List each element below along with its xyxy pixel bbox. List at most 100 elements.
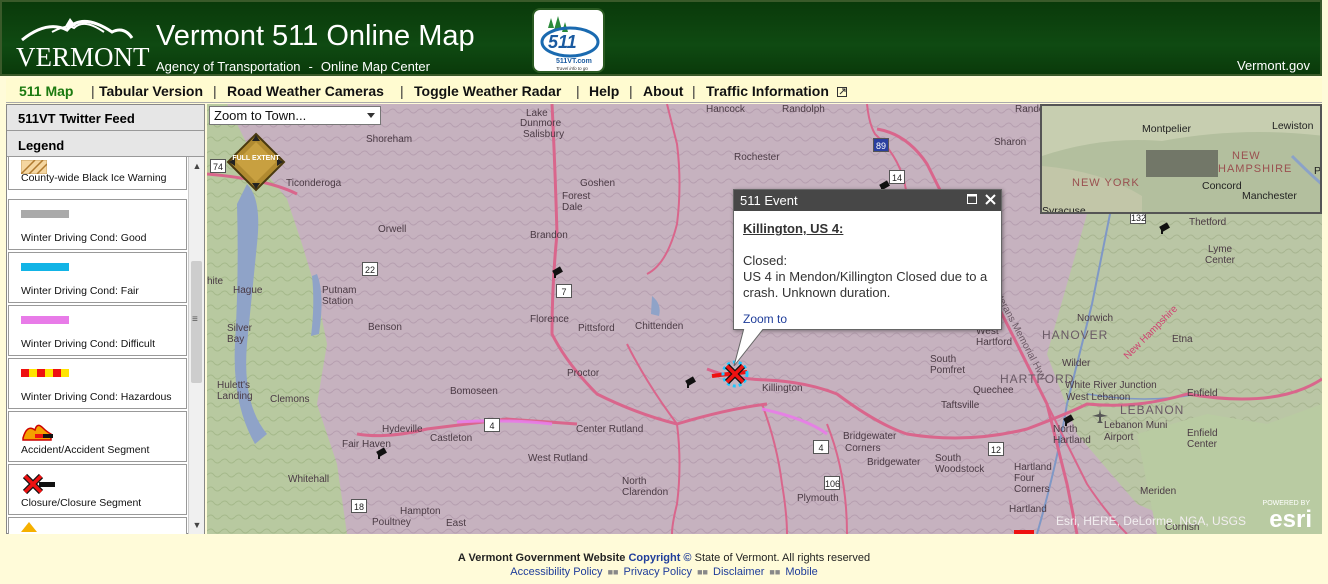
place-label: West Lebanon <box>1066 392 1131 403</box>
place-label: Center <box>1205 255 1236 266</box>
city-label: HANOVER <box>1042 328 1109 342</box>
place-label: Station <box>322 296 354 307</box>
full-extent-label: FULL EXTENT <box>232 155 280 162</box>
twitter-feed-header[interactable]: 511VT Twitter Feed <box>7 105 204 131</box>
nav-toggle-weather-radar[interactable]: Toggle Weather Radar <box>414 83 561 99</box>
link-separator-icon: ■■ <box>697 567 708 577</box>
site-footer: A Vermont Government Website Copyright ©… <box>6 540 1322 584</box>
legend-label: Winter Driving Cond: Fair <box>21 285 139 297</box>
fair-swatch-icon <box>21 263 69 271</box>
full-extent-button[interactable]: FULL EXTENT <box>226 132 286 192</box>
place-label: Proctor <box>567 368 600 379</box>
esri-logo[interactable]: POWERED BY esri <box>1254 500 1312 533</box>
place-label: Wilder <box>1062 358 1091 369</box>
place-label: Lyme <box>1208 244 1233 255</box>
zoom-select-value: Zoom to Town... <box>214 108 307 123</box>
page-title: Vermont 511 Online Map <box>156 20 475 52</box>
route-shield: 22 <box>362 262 378 276</box>
map-view[interactable]: Zoom to Town... FULL EXTENT Hancock Rando… <box>207 104 1322 534</box>
footer-link-accessibility[interactable]: Accessibility Policy <box>510 566 602 578</box>
scroll-up-icon[interactable]: ▲ <box>189 159 204 173</box>
logo-511vt[interactable]: 511 511VT.com Travel info to go <box>532 8 605 73</box>
camera-icon[interactable] <box>1062 414 1076 426</box>
nav-511-map[interactable]: 511 Map <box>19 83 73 99</box>
place-label: Four <box>1014 473 1035 484</box>
link-separator-icon: ■■ <box>769 567 781 577</box>
nav-help[interactable]: Help <box>589 83 619 99</box>
footer-prefix: A Vermont Government Website <box>457 552 626 564</box>
511-logo-icon: 511 511VT.com Travel info to go <box>540 16 600 71</box>
nav-traffic-information[interactable]: Traffic Information <box>706 83 829 99</box>
nav-road-weather-cameras[interactable]: Road Weather Cameras <box>227 83 384 99</box>
place-label: Castleton <box>430 433 473 444</box>
place-label: Brandon <box>530 230 568 241</box>
place-label: Clarendon <box>622 487 669 498</box>
popup-zoom-to-link[interactable]: Zoom to <box>743 312 787 326</box>
place-label: Thetford <box>1189 217 1227 228</box>
esri-wordmark: esri <box>1269 506 1312 533</box>
overview-map[interactable]: Montpelier Lewiston ConcordManchester Port S… <box>1040 104 1322 214</box>
popup-title-bar[interactable]: 511 Event <box>734 190 1001 211</box>
place-label: Hancock <box>706 104 745 115</box>
overview-place-label: Concord <box>1202 180 1242 192</box>
place-label: Quechee <box>973 385 1014 396</box>
airport-icon <box>1092 409 1108 423</box>
overview-extent-box[interactable] <box>1146 150 1218 177</box>
legend-item-good: Winter Driving Cond: Good <box>8 199 187 250</box>
camera-icon[interactable] <box>375 447 389 459</box>
link-separator-icon: ■■ <box>607 567 619 577</box>
place-label: Ticonderoga <box>286 178 342 189</box>
place-label: Lebanon Muni <box>1104 420 1168 431</box>
place-label: Meriden <box>1140 486 1177 497</box>
app-window: VERMONT Vermont 511 Online Map Agency of… <box>0 0 1328 584</box>
place-label: Etna <box>1172 334 1193 345</box>
copyright-link[interactable]: Copyright © <box>628 552 691 564</box>
footer-link-disclaimer[interactable]: Disclaimer <box>713 566 764 578</box>
camera-icon[interactable] <box>1158 222 1172 234</box>
city-label: LEBANON <box>1120 403 1185 417</box>
place-label: Bridgewater <box>867 457 921 468</box>
footer-suffix: State of Vermont. All rights reserved <box>694 552 871 564</box>
popup-status: Closed: <box>743 253 788 268</box>
close-icon[interactable] <box>983 192 997 206</box>
place-label: Airport <box>1104 432 1134 443</box>
place-label: Shoreham <box>366 134 413 145</box>
sidebar: 511VT Twitter Feed Legend County-wide Bl… <box>6 104 205 534</box>
difficult-swatch-icon <box>21 316 69 324</box>
place-label: Rochester <box>734 152 780 163</box>
footer-link-privacy[interactable]: Privacy Policy <box>624 566 692 578</box>
agency-line: Agency of Transportation - Online Map Cent… <box>156 59 430 74</box>
nav-divider: | <box>91 83 95 99</box>
logo511-number: 511 <box>548 32 577 52</box>
scroll-down-icon[interactable]: ▼ <box>189 518 204 532</box>
place-label: White River Junction <box>1065 380 1157 391</box>
maximize-icon[interactable] <box>965 192 979 206</box>
camera-icon[interactable] <box>684 376 698 388</box>
place-label: Hydeville <box>382 424 423 435</box>
vermont-wordmark: VERMONT <box>16 42 150 72</box>
place-label: Center <box>1187 439 1218 450</box>
camera-icon[interactable] <box>551 266 565 278</box>
place-label: Randolph <box>782 104 825 115</box>
place-label: Benson <box>368 322 402 333</box>
good-swatch-icon <box>21 210 69 218</box>
logo511-url: 511VT.com <box>556 58 592 65</box>
vermont-logo[interactable]: VERMONT <box>12 10 150 72</box>
legend-label: Closure/Closure Segment <box>21 497 142 509</box>
nav-tabular-version[interactable]: Tabular Version <box>99 83 203 99</box>
legend-list[interactable]: County-wide Black Ice Warning Winter Dri… <box>7 157 204 534</box>
place-label: Corners <box>845 443 881 454</box>
place-label: Woodstock <box>935 464 985 475</box>
red-marker-icon[interactable] <box>1014 530 1034 534</box>
overview-place-label: Port <box>1314 165 1322 177</box>
footer-link-mobile[interactable]: Mobile <box>785 566 817 578</box>
legend-scrollbar[interactable]: ▲ ≡ ▼ <box>188 157 204 534</box>
vermont-gov-link[interactable]: Vermont.gov <box>1237 58 1310 73</box>
legend-item-closure: Closure/Closure Segment <box>8 464 187 515</box>
legend-header[interactable]: Legend <box>7 131 204 157</box>
nav-about[interactable]: About <box>643 83 683 99</box>
place-label: Chittenden <box>635 321 684 332</box>
nav-divider: | <box>213 83 217 99</box>
place-label: Hague <box>233 285 263 296</box>
zoom-to-town-select[interactable]: Zoom to Town... <box>209 106 381 125</box>
